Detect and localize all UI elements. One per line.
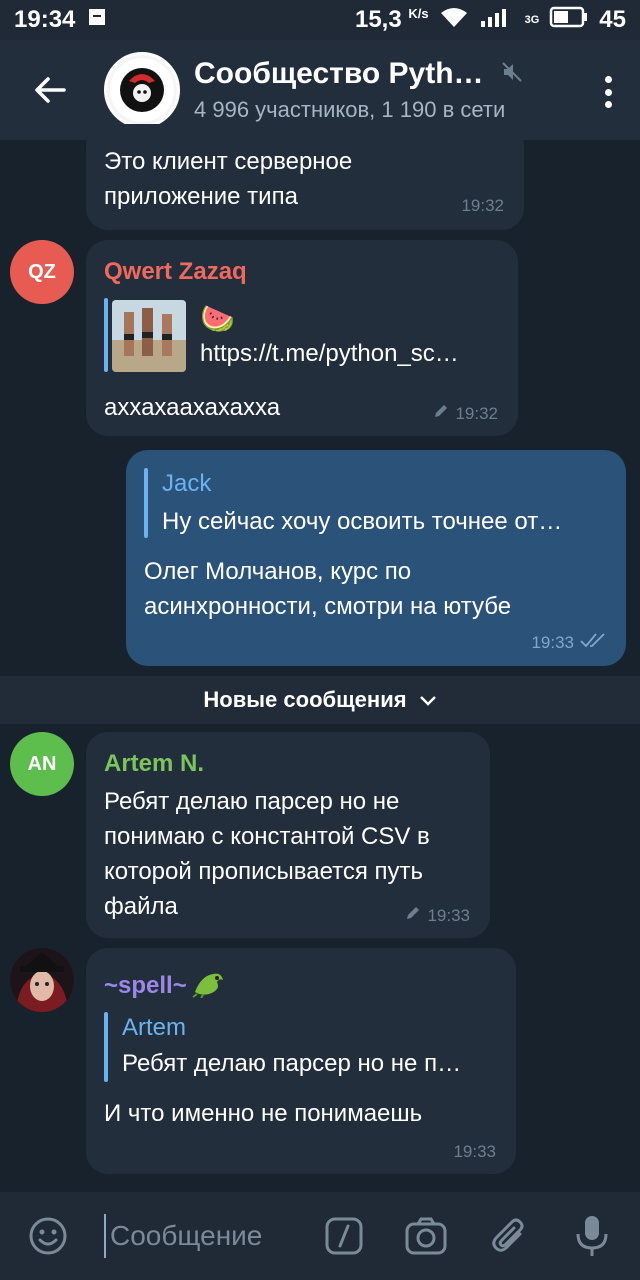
dragon-emoji-icon [191,966,227,1005]
network-speed: 15,3 K/s [354,6,429,33]
voice-message-button[interactable] [570,1214,614,1258]
sender-name[interactable]: ~spell~ [104,972,187,1000]
edited-icon [405,905,421,926]
message-time: 19:33 [531,632,574,652]
camera-icon [405,1217,447,1255]
avatar[interactable]: AN [10,732,74,796]
chat-title: Сообщество Pyth… [194,57,484,90]
arrow-left-icon [35,77,66,103]
message-time: 19:33 [427,905,470,925]
reply-sender-name[interactable]: Artem [122,1014,186,1042]
battery-icon [549,5,589,36]
back-button[interactable] [0,40,100,140]
chevron-down-icon [419,687,437,713]
message-text-line: Олег Молчанов, курс по [144,558,412,585]
paperclip-icon [492,1218,524,1252]
network-type: 3G [524,14,540,26]
avatar-initials: AN [27,752,57,775]
message-text-line: асинхронности, смотри на ютубе [144,593,512,620]
reply-quote-text[interactable]: Ну сейчас хочу освоить точнее от… [162,508,602,536]
attach-button[interactable] [488,1214,532,1258]
outgoing-message-bubble[interactable]: Jack Ну сейчас хочу освоить точнее от… О… [126,450,626,666]
sender-name[interactable]: Artem N. [104,750,204,778]
emoji-icon [29,1217,67,1255]
message-bubble[interactable]: ~spell~ Artem Ребят делаю парсер но не п… [86,948,516,1174]
avatar[interactable]: QZ [10,240,74,304]
reply-quote-bar [104,1012,108,1082]
message-text: аххахаахахахха [104,394,281,421]
message-input-bar [0,1192,640,1280]
double-check-icon [580,631,608,654]
bot-commands-button[interactable] [322,1214,366,1258]
link-url[interactable]: https://t.me/python_sc… [200,340,459,368]
message-text-line: Это клиент серверное [104,148,353,175]
message-text-line: файла [104,893,178,920]
slash-command-icon [325,1217,363,1255]
message-text-line: приложение типа [104,183,298,210]
notification-icon [87,6,107,34]
wifi-icon [439,5,469,36]
message-time: 19:32 [455,403,498,423]
emoji-button[interactable] [26,1214,70,1258]
avatar-initials: QZ [28,260,56,283]
sender-name[interactable]: Qwert Zazaq [104,258,247,286]
more-options-button[interactable] [598,72,618,112]
link-preview-bar [104,298,108,372]
reply-sender-name[interactable]: Jack [162,470,211,498]
avatar[interactable] [10,948,74,1012]
reply-quote-bar [144,468,148,538]
message-text-line: понимаю с константой CSV в [104,823,430,850]
message-bubble[interactable]: Artem N. Ребят делаю парсер но не понима… [86,732,490,938]
new-messages-divider[interactable]: Новые сообщения [0,676,640,724]
message-text-line: Ребят делаю парсер но не [104,788,400,815]
link-emoji: 🍉 [200,303,235,334]
group-avatar[interactable] [104,52,180,128]
link-preview-thumbnail[interactable] [112,300,186,372]
edited-icon [433,403,449,424]
message-bubble[interactable]: Qwert Zazaq 🍉 https://t.me/python_sc… ах… [86,240,518,436]
camera-button[interactable] [404,1214,448,1258]
message-text-line: которой прописывается путь [104,858,424,885]
message-bubble[interactable]: Это клиент серверное приложение типа 19:… [86,124,524,230]
status-time: 19:34 [14,6,76,33]
status-bar: 19:34 15,3 K/s 3G 45 [0,0,640,40]
message-text: И что именно не понимаешь [104,1100,423,1127]
signal-icon [479,5,515,36]
message-input[interactable] [104,1214,304,1258]
battery-level: 45 [599,6,626,33]
chat-member-count: 4 996 участников, 1 190 в сети [194,97,506,122]
reply-quote-text[interactable]: Ребят делаю парсер но не п… [122,1050,492,1078]
microphone-icon [576,1216,608,1256]
divider-label: Новые сообщения [203,687,407,712]
message-time: 19:33 [453,1142,496,1161]
muted-icon [500,60,524,89]
message-time: 19:32 [461,196,504,215]
